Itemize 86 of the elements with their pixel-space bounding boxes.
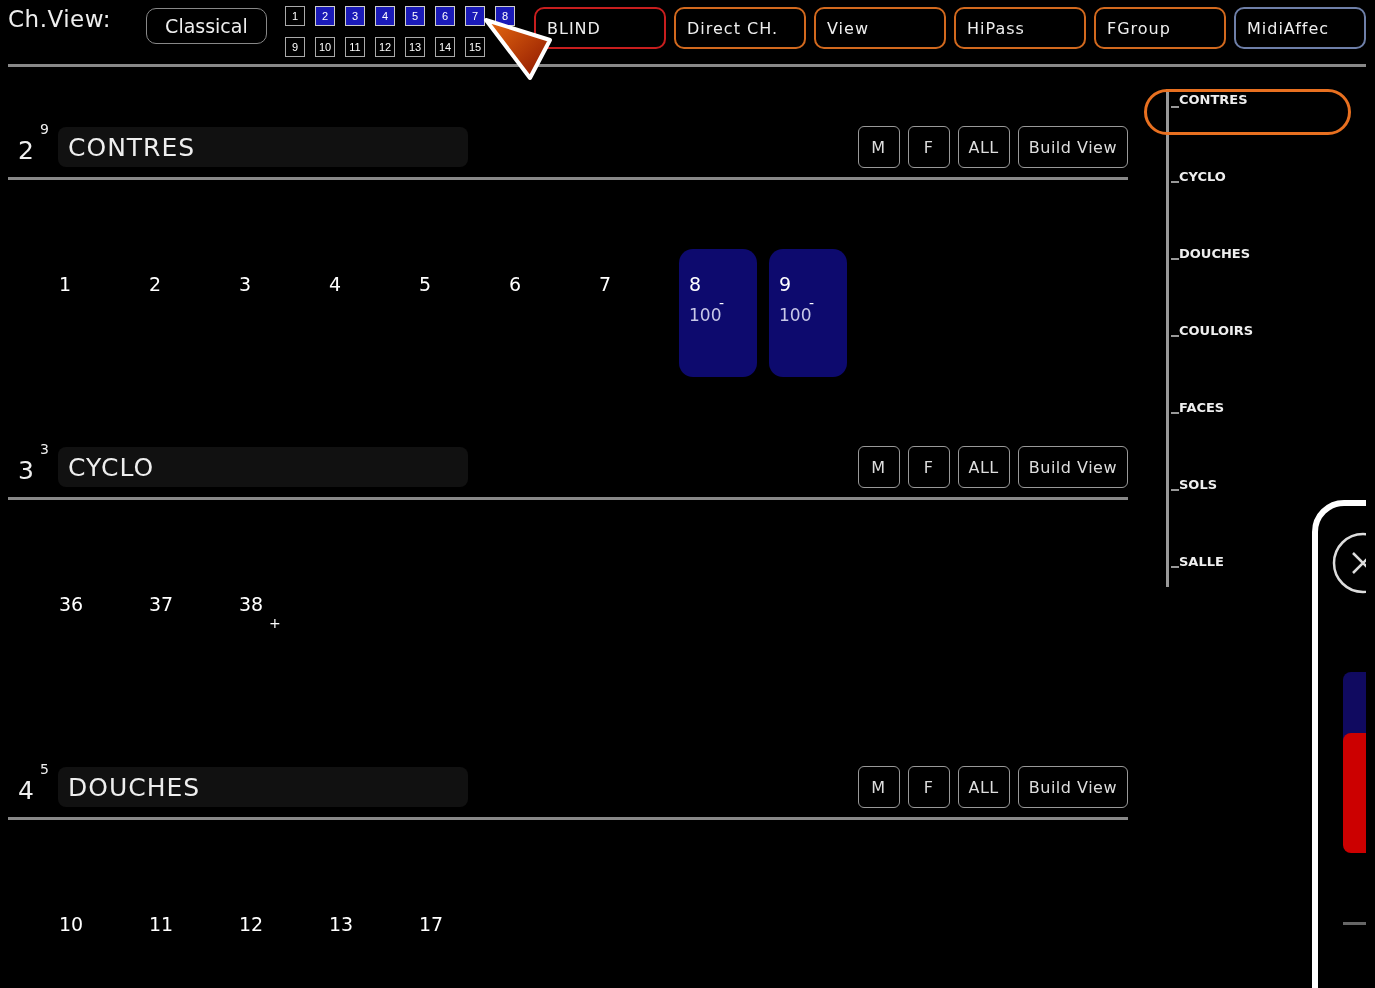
- channel-number: 2: [149, 273, 163, 295]
- group-count: 3: [40, 441, 50, 457]
- channel-number: 7: [599, 273, 613, 295]
- channel-tile[interactable]: 37: [139, 569, 217, 697]
- group-number: 4: [17, 776, 35, 807]
- group-button[interactable]: Build View: [1017, 446, 1128, 488]
- channel-number: 3: [239, 273, 253, 295]
- tree-item[interactable]: CYCLO: [1144, 166, 1264, 212]
- page-button[interactable]: 10: [315, 37, 335, 57]
- group-button[interactable]: ALL: [957, 766, 1010, 808]
- page-button[interactable]: 9: [285, 37, 305, 57]
- channel-number: 11: [149, 913, 175, 935]
- group-number: 2: [17, 136, 35, 167]
- channel-tile[interactable]: 10: [49, 889, 127, 988]
- page-button[interactable]: 8: [495, 6, 515, 26]
- channel-tile[interactable]: 8 - 100: [679, 249, 757, 377]
- view-label: Ch.View:: [8, 6, 113, 32]
- group-button[interactable]: F: [907, 446, 950, 488]
- channel-number: 10: [59, 913, 85, 935]
- group-button[interactable]: M: [857, 126, 900, 168]
- group-count: 9: [40, 121, 50, 137]
- page-button[interactable]: 5: [405, 6, 425, 26]
- channel-number: 13: [329, 913, 355, 935]
- group-button[interactable]: Build View: [1017, 126, 1128, 168]
- channel-mark: +: [269, 615, 281, 631]
- channel-tile[interactable]: 3: [229, 249, 307, 377]
- channel-number: 1: [59, 273, 73, 295]
- channel-tile[interactable]: 9 - 100: [769, 249, 847, 377]
- function-button[interactable]: BLIND: [534, 7, 666, 49]
- group-button[interactable]: Build View: [1017, 766, 1128, 808]
- group-name: CYCLO: [58, 447, 468, 487]
- channel-tile[interactable]: 6: [499, 249, 577, 377]
- page-button[interactable]: 6: [435, 6, 455, 26]
- group-name: CONTRES: [58, 127, 468, 167]
- page-button[interactable]: 15: [465, 37, 485, 57]
- channel-tile[interactable]: 11: [139, 889, 217, 988]
- tree-item[interactable]: DOUCHES: [1144, 243, 1264, 289]
- channel-tile[interactable]: 17: [409, 889, 487, 988]
- channel-number: 5: [419, 273, 433, 295]
- tree-item[interactable]: SALLE: [1144, 551, 1264, 597]
- function-button[interactable]: Direct CH.: [674, 7, 806, 49]
- group-count: 5: [40, 761, 50, 777]
- page-button[interactable]: 4: [375, 6, 395, 26]
- group-button[interactable]: F: [907, 126, 950, 168]
- channel-tile[interactable]: 2: [139, 249, 217, 377]
- channel-number: 36: [59, 593, 85, 615]
- channel-tile[interactable]: 4: [319, 249, 397, 377]
- group-button[interactable]: M: [857, 766, 900, 808]
- mode-button[interactable]: Classical: [145, 8, 267, 44]
- channel-number: 38: [239, 593, 265, 615]
- group-button[interactable]: ALL: [957, 446, 1010, 488]
- tree-item[interactable]: CONTRES: [1144, 89, 1351, 135]
- page-button[interactable]: 11: [345, 37, 365, 57]
- page-button[interactable]: 7: [465, 6, 485, 26]
- channel-number: 6: [509, 273, 523, 295]
- group-button[interactable]: M: [857, 446, 900, 488]
- channel-number: 4: [329, 273, 343, 295]
- channel-tile[interactable]: 7: [589, 249, 667, 377]
- channel-tile[interactable]: 5: [409, 249, 487, 377]
- channel-number: 8: [689, 273, 703, 295]
- function-button[interactable]: MidiAffec: [1234, 7, 1366, 49]
- channel-tile[interactable]: 13: [319, 889, 397, 988]
- function-button[interactable]: FGroup: [1094, 7, 1226, 49]
- tree-item[interactable]: SOLS: [1144, 474, 1264, 520]
- page-button[interactable]: 1: [285, 6, 305, 26]
- channel-tile[interactable]: 12: [229, 889, 307, 988]
- channel-number: 12: [239, 913, 265, 935]
- channel-number: 9: [779, 273, 793, 295]
- tree-item[interactable]: COULOIRS: [1144, 320, 1264, 366]
- page-button[interactable]: 14: [435, 37, 455, 57]
- function-button[interactable]: View: [814, 7, 946, 49]
- function-button[interactable]: HiPass: [954, 7, 1086, 49]
- group-button[interactable]: F: [907, 766, 950, 808]
- channel-tile[interactable]: 1: [49, 249, 127, 377]
- tree-item[interactable]: FACES: [1144, 397, 1264, 443]
- page-button[interactable]: 2: [315, 6, 335, 26]
- page-button[interactable]: 3: [345, 6, 365, 26]
- channel-tile[interactable]: 36: [49, 569, 127, 697]
- channel-number: 37: [149, 593, 175, 615]
- page-button[interactable]: 13: [405, 37, 425, 57]
- channel-tile[interactable]: 38 +: [229, 569, 307, 697]
- group-button[interactable]: ALL: [957, 126, 1010, 168]
- page-button[interactable]: 12: [375, 37, 395, 57]
- group-number: 3: [17, 456, 35, 487]
- group-name: DOUCHES: [58, 767, 468, 807]
- channel-number: 17: [419, 913, 445, 935]
